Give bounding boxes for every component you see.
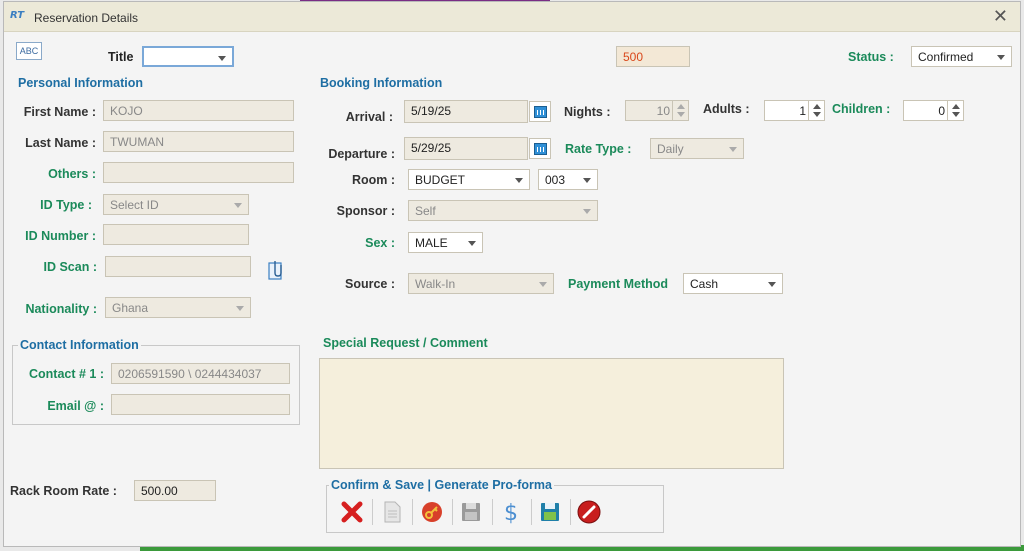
adults-spinner[interactable]: 1 — [764, 100, 825, 121]
children-label: Children : — [832, 102, 891, 116]
id-scan-label: ID Scan : — [43, 260, 98, 274]
save-disk-icon[interactable] — [457, 498, 485, 526]
dropdown-arrow-icon — [768, 282, 776, 287]
title-select[interactable] — [142, 46, 234, 67]
dropdown-arrow-icon — [515, 178, 523, 183]
toolbar-separator — [570, 499, 571, 525]
source-select[interactable]: Walk-In — [408, 273, 554, 294]
window-title: Reservation Details — [34, 11, 139, 25]
sponsor-label: Sponsor : — [336, 204, 395, 218]
dollar-icon[interactable]: $ — [497, 498, 525, 526]
departure-label: Departure : — [328, 147, 395, 161]
dropdown-arrow-icon — [729, 147, 737, 152]
contact-info-title: Contact Information — [18, 338, 141, 352]
departure-field[interactable]: 5/29/25 — [404, 137, 528, 160]
sex-label: Sex : — [365, 236, 395, 250]
title-label: Title — [108, 50, 134, 64]
nights-label: Nights : — [564, 105, 611, 119]
dropdown-arrow-icon — [997, 55, 1005, 60]
reservation-window: RT Reservation Details ✕ ABC Title 500 S… — [3, 1, 1021, 547]
dropdown-arrow-icon — [539, 282, 547, 287]
last-name-field[interactable]: TWUMAN — [103, 131, 294, 152]
rack-rate-label: Rack Room Rate : — [10, 484, 117, 498]
rate-type-label: Rate Type : — [565, 142, 632, 156]
first-name-field[interactable]: KOJO — [103, 100, 294, 121]
sponsor-select[interactable]: Self — [408, 200, 598, 221]
payment-method-label: Payment Method — [568, 277, 669, 291]
adults-label: Adults : — [703, 102, 750, 116]
id-number-field[interactable] — [103, 224, 249, 245]
dropdown-arrow-icon — [234, 203, 242, 208]
id-type-label: ID Type : — [40, 198, 92, 212]
paperclip-icon[interactable] — [266, 259, 286, 283]
room-number-select[interactable]: 003 — [538, 169, 598, 190]
reservation-code-field: 500 — [616, 46, 690, 67]
personal-info-title: Personal Information — [18, 76, 144, 90]
save-green-icon[interactable] — [536, 498, 564, 526]
delete-icon[interactable] — [338, 498, 366, 526]
dropdown-arrow-icon — [236, 306, 244, 311]
others-field[interactable] — [103, 162, 294, 183]
calendar-icon[interactable] — [529, 138, 551, 159]
contact-field[interactable]: 0206591590 \ 0244434037 — [111, 363, 290, 384]
nationality-label: Nationality : — [25, 302, 97, 316]
last-name-label: Last Name : — [25, 136, 96, 150]
id-scan-field[interactable] — [105, 256, 251, 277]
email-field[interactable] — [111, 394, 290, 415]
first-name-label: First Name : — [23, 105, 96, 119]
arrival-field[interactable]: 5/19/25 — [404, 100, 528, 123]
abc-icon[interactable]: ABC — [16, 42, 42, 60]
rate-type-select[interactable]: Daily — [650, 138, 744, 159]
room-type-select[interactable]: BUDGET — [408, 169, 530, 190]
dropdown-arrow-icon — [583, 178, 591, 183]
toolbar-separator — [492, 499, 493, 525]
calendar-icon[interactable] — [529, 101, 551, 122]
id-number-label: ID Number : — [25, 229, 96, 243]
payment-method-select[interactable]: Cash — [683, 273, 783, 294]
comment-textarea[interactable] — [319, 358, 784, 469]
document-icon[interactable] — [378, 498, 406, 526]
arrival-label: Arrival : — [345, 110, 393, 124]
nights-spinner[interactable]: 10 — [625, 100, 689, 121]
rack-rate-field[interactable]: 500.00 — [134, 480, 216, 501]
title-bar: RT Reservation Details ✕ — [4, 2, 1020, 32]
source-label: Source : — [344, 277, 395, 291]
nationality-select[interactable]: Ghana — [105, 297, 251, 318]
status-label: Status : — [848, 50, 894, 64]
booking-info-title: Booking Information — [320, 76, 443, 90]
svg-text:$: $ — [504, 501, 518, 526]
toolbar-separator — [531, 499, 532, 525]
contact-label: Contact # 1 : — [28, 367, 104, 381]
actions-group — [326, 485, 664, 533]
dropdown-arrow-icon — [218, 56, 226, 61]
toolbar-separator — [372, 499, 373, 525]
comment-label: Special Request / Comment — [323, 336, 488, 350]
email-label: Email @ : — [47, 399, 104, 413]
room-label: Room : — [351, 173, 395, 187]
status-select[interactable]: Confirmed — [911, 46, 1012, 67]
others-label: Others : — [48, 167, 96, 181]
app-logo-icon: RT — [10, 10, 25, 21]
toolbar-separator — [452, 499, 453, 525]
actions-title: Confirm & Save | Generate Pro-forma — [329, 478, 554, 492]
toolbar-separator — [412, 499, 413, 525]
close-icon[interactable]: ✕ — [993, 7, 1008, 25]
dropdown-arrow-icon — [583, 209, 591, 214]
id-type-select[interactable]: Select ID — [103, 194, 249, 215]
children-spinner[interactable]: 0 — [903, 100, 964, 121]
key-icon[interactable] — [418, 498, 446, 526]
sex-select[interactable]: MALE — [408, 232, 483, 253]
dropdown-arrow-icon — [468, 241, 476, 246]
cancel-icon[interactable] — [575, 498, 603, 526]
